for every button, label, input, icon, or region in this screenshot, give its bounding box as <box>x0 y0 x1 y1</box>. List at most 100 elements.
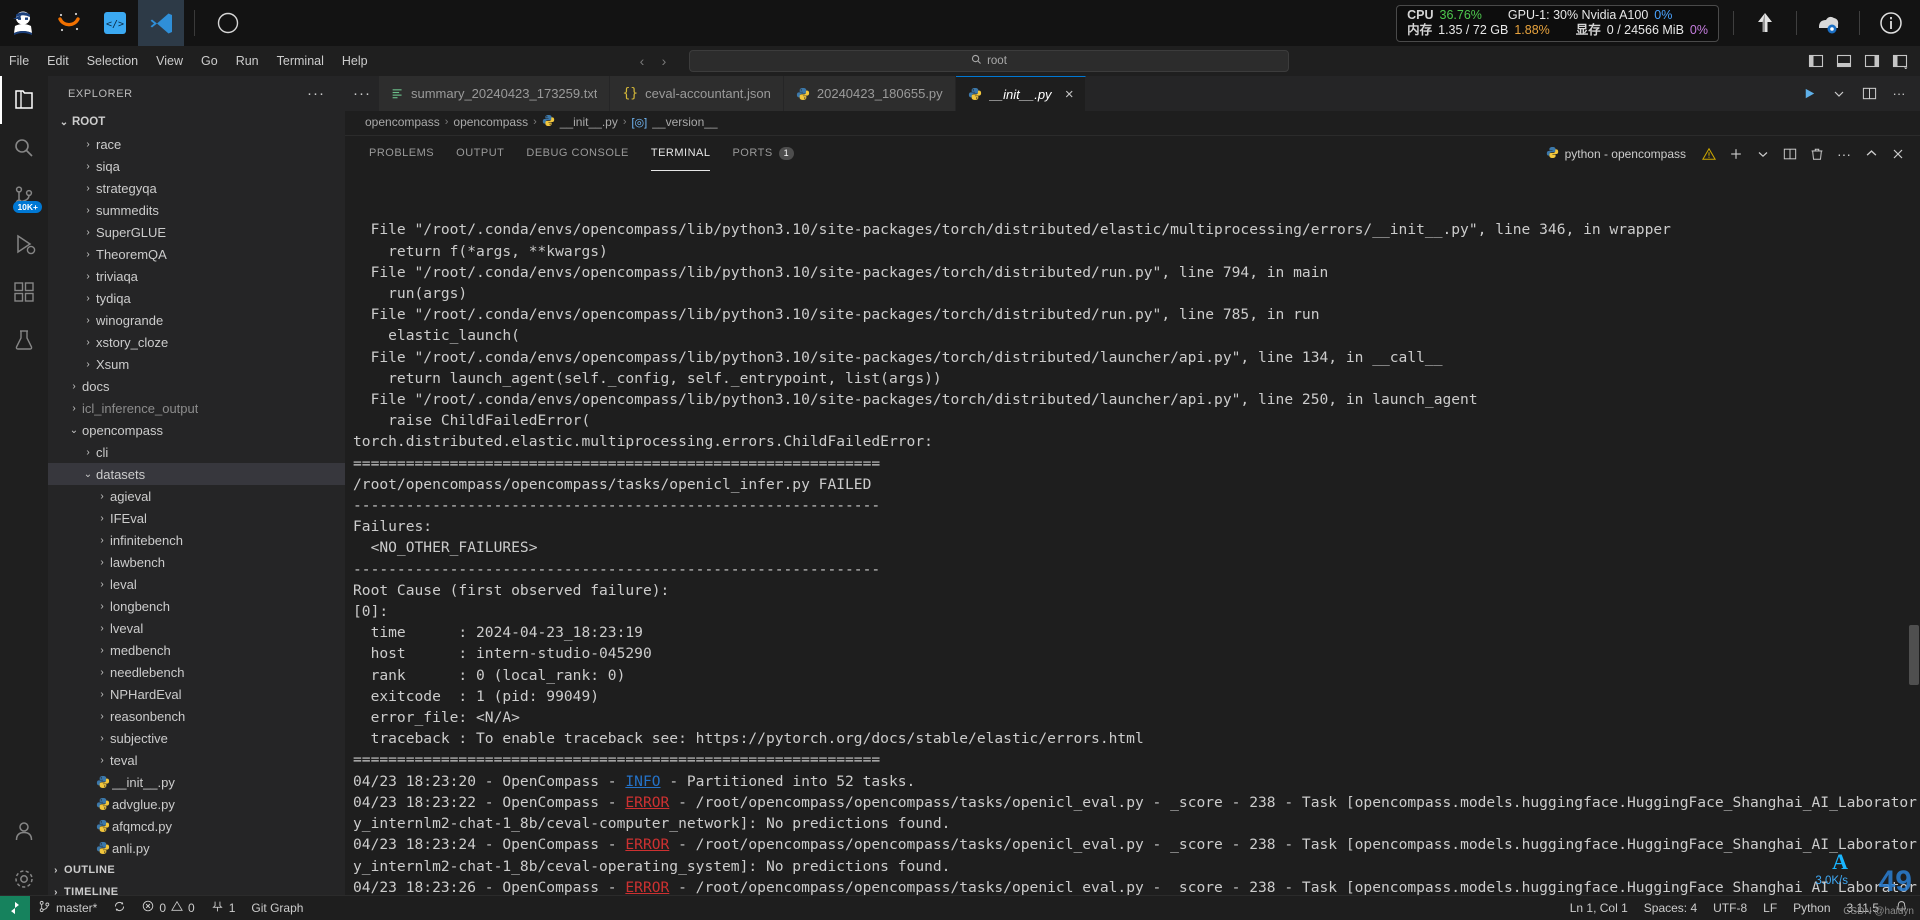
new-terminal-icon[interactable] <box>1724 142 1748 166</box>
chevron-right-icon[interactable]: › <box>80 139 96 150</box>
sidebar-item-explorer[interactable] <box>0 76 48 124</box>
menu-view[interactable]: View <box>147 46 192 76</box>
outline-section-header[interactable]: › OUTLINE <box>48 859 345 881</box>
info-circle-icon[interactable] <box>1874 6 1908 40</box>
compass-icon[interactable] <box>205 0 251 46</box>
status-indentation[interactable]: Spaces: 4 <box>1636 896 1705 920</box>
chevron-right-icon[interactable]: › <box>80 161 96 172</box>
chevron-down-icon[interactable]: ⌄ <box>66 425 82 436</box>
tree-item-docs[interactable]: ›docs <box>48 375 345 397</box>
menu-file[interactable]: File <box>0 46 38 76</box>
tree-item-superglue[interactable]: ›SuperGLUE <box>48 221 345 243</box>
breadcrumb-item-2[interactable]: __init__.py <box>542 114 618 130</box>
editor-tab-3[interactable]: __init__.py× <box>956 76 1087 111</box>
chevron-right-icon[interactable]: › <box>94 623 110 634</box>
ninja-app-icon[interactable] <box>0 0 46 46</box>
tree-item-winogrande[interactable]: ›winogrande <box>48 309 345 331</box>
status-problems[interactable]: 0 0 <box>134 896 202 920</box>
menu-run[interactable]: Run <box>227 46 268 76</box>
tab-problems[interactable]: PROBLEMS <box>369 136 434 171</box>
chevron-right-icon[interactable]: › <box>94 689 110 700</box>
tree-item-cli[interactable]: ›cli <box>48 441 345 463</box>
explorer-more-actions-icon[interactable]: ··· <box>307 85 325 102</box>
tree-item-agieval[interactable]: ›agieval <box>48 485 345 507</box>
tree-item-subjective[interactable]: ›subjective <box>48 727 345 749</box>
tree-item-needlebench[interactable]: ›needlebench <box>48 661 345 683</box>
tree-item-icl-inference-output[interactable]: ›icl_inference_output <box>48 397 345 419</box>
status-eol[interactable]: LF <box>1755 896 1785 920</box>
tree-item-xsum[interactable]: ›Xsum <box>48 353 345 375</box>
tree-item-lawbench[interactable]: ›lawbench <box>48 551 345 573</box>
chevron-right-icon[interactable]: › <box>94 667 110 678</box>
breadcrumb-item-1[interactable]: opencompass <box>453 115 528 129</box>
code-brackets-icon[interactable]: </> <box>92 0 138 46</box>
orange-arc-icon[interactable] <box>46 0 92 46</box>
tree-item--init-py[interactable]: __init__.py <box>48 771 345 793</box>
tree-item-siqa[interactable]: ›siqa <box>48 155 345 177</box>
split-terminal-icon[interactable] <box>1778 142 1802 166</box>
tree-item-leval[interactable]: ›leval <box>48 573 345 595</box>
terminal-scrollbar[interactable] <box>1906 171 1920 903</box>
chevron-right-icon[interactable]: › <box>80 337 96 348</box>
navigate-back-icon[interactable]: ‹ <box>631 50 653 72</box>
menu-help[interactable]: Help <box>333 46 377 76</box>
chevron-right-icon[interactable]: › <box>94 491 110 502</box>
vscode-icon[interactable] <box>138 0 184 46</box>
menu-terminal[interactable]: Terminal <box>268 46 333 76</box>
accounts-icon[interactable] <box>0 807 48 855</box>
split-editor-icon[interactable] <box>1856 79 1882 109</box>
status-branch[interactable]: master* <box>30 896 105 920</box>
terminal-scrollbar-thumb[interactable] <box>1909 625 1919 685</box>
status-ports[interactable]: 1 <box>203 896 244 920</box>
upload-arrow-icon[interactable] <box>1748 6 1782 40</box>
editor-tab-1[interactable]: {}ceval-accountant.json <box>610 76 783 111</box>
tree-item-tydiqa[interactable]: ›tydiqa <box>48 287 345 309</box>
breadcrumb-item-3[interactable]: [◎] __version__ <box>632 115 718 129</box>
sidebar-item-run-and-debug[interactable] <box>0 220 48 268</box>
tab-terminal[interactable]: TERMINAL <box>651 136 711 171</box>
chevron-right-icon[interactable]: › <box>80 183 96 194</box>
sidebar-item-extensions[interactable] <box>0 268 48 316</box>
tree-item-triviaqa[interactable]: ›triviaqa <box>48 265 345 287</box>
chevron-right-icon[interactable]: › <box>80 249 96 260</box>
terminal-output[interactable]: File "/root/.conda/envs/opencompass/lib/… <box>345 171 1920 903</box>
close-panel-icon[interactable] <box>1886 142 1910 166</box>
chevron-right-icon[interactable]: › <box>94 733 110 744</box>
chevron-down-icon[interactable]: ⌄ <box>80 469 96 480</box>
tree-item-summedits[interactable]: ›summedits <box>48 199 345 221</box>
tree-item-infinitebench[interactable]: ›infinitebench <box>48 529 345 551</box>
chevron-right-icon[interactable]: › <box>80 227 96 238</box>
breadcrumb-item-0[interactable]: opencompass <box>365 115 440 129</box>
tree-item-race[interactable]: ›race <box>48 133 345 155</box>
chevron-right-icon[interactable]: › <box>94 535 110 546</box>
chevron-right-icon[interactable]: › <box>80 271 96 282</box>
chevron-right-icon[interactable]: › <box>94 513 110 524</box>
menu-go[interactable]: Go <box>192 46 227 76</box>
chevron-right-icon[interactable]: › <box>66 403 82 414</box>
tree-item-reasonbench[interactable]: ›reasonbench <box>48 705 345 727</box>
chevron-right-icon[interactable]: › <box>80 293 96 304</box>
menu-selection[interactable]: Selection <box>78 46 147 76</box>
command-center-search[interactable]: root <box>689 50 1289 72</box>
chevron-right-icon[interactable]: › <box>80 447 96 458</box>
navigate-forward-icon[interactable]: › <box>653 50 675 72</box>
tree-item-longbench[interactable]: ›longbench <box>48 595 345 617</box>
chevron-right-icon[interactable]: › <box>94 557 110 568</box>
status-line-col[interactable]: Ln 1, Col 1 <box>1562 896 1636 920</box>
system-stats-widget[interactable]: CPU 36.76% GPU-1: 30% Nvidia A100 0% 内存 … <box>1396 5 1719 42</box>
network-icon[interactable] <box>1811 6 1845 40</box>
sidebar-item-search[interactable] <box>0 124 48 172</box>
chevron-right-icon[interactable]: › <box>94 601 110 612</box>
active-terminal-name[interactable]: python - opencompass <box>1546 146 1686 162</box>
chevron-right-icon[interactable]: › <box>80 315 96 326</box>
toggle-primary-sidebar-icon[interactable] <box>1802 46 1830 76</box>
tree-item-anli-py[interactable]: anli.py <box>48 837 345 859</box>
status-git-graph[interactable]: Git Graph <box>243 896 311 920</box>
maximize-panel-icon[interactable] <box>1859 142 1883 166</box>
tree-item-ifeval[interactable]: ›IFEval <box>48 507 345 529</box>
kill-terminal-icon[interactable] <box>1805 142 1829 166</box>
tree-item-xstory-cloze[interactable]: ›xstory_cloze <box>48 331 345 353</box>
file-tree[interactable]: ›race›siqa›strategyqa›summedits›SuperGLU… <box>48 133 345 859</box>
editor-more-actions-icon[interactable]: ··· <box>1886 79 1912 109</box>
tree-item-strategyqa[interactable]: ›strategyqa <box>48 177 345 199</box>
